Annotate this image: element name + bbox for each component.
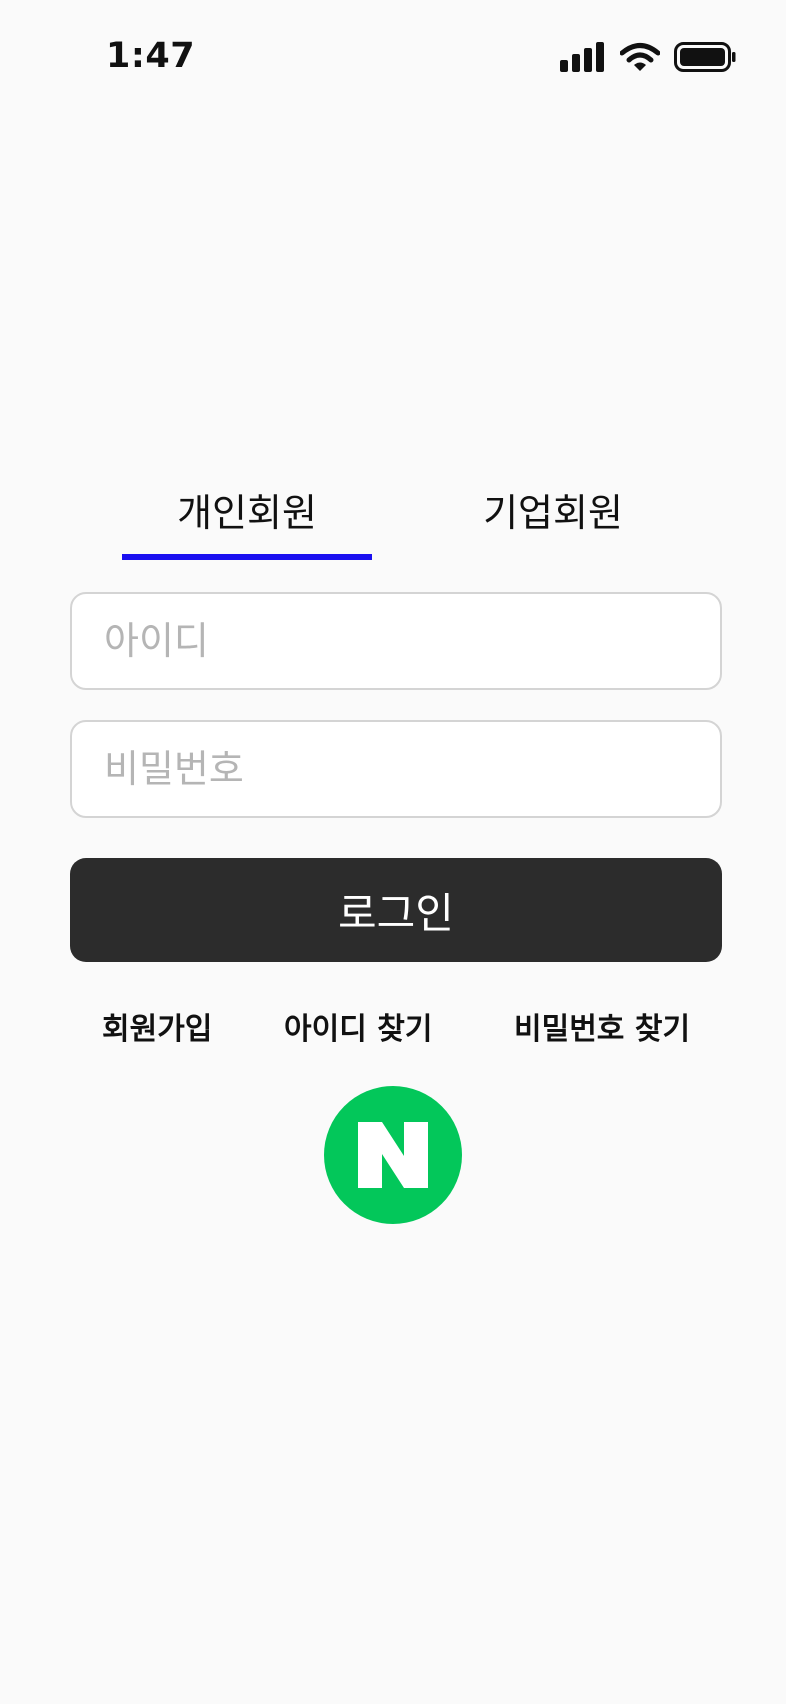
login-screen: 1:47 개인회원 기업회원 로그인 회원가 [0,0,786,1704]
signup-link[interactable]: 회원가입 [102,1004,212,1048]
status-icons [560,40,736,74]
password-input[interactable] [70,720,722,818]
battery-icon [674,42,736,72]
member-type-tabs: 개인회원 기업회원 [0,482,786,562]
find-id-link[interactable]: 아이디 찾기 [284,1004,432,1048]
tab-personal-member[interactable]: 개인회원 [122,482,372,537]
id-input[interactable] [70,592,722,690]
status-bar: 1:47 [0,0,786,120]
find-password-link[interactable]: 비밀번호 찾기 [514,1004,690,1048]
cellular-signal-icon [560,42,604,72]
selected-tab-indicator [122,554,372,560]
wifi-icon [620,43,660,71]
naver-logo-icon [358,1122,428,1188]
login-button[interactable]: 로그인 [70,858,722,962]
tab-business-member[interactable]: 기업회원 [428,482,678,537]
status-time: 1:47 [106,36,196,76]
naver-login-button[interactable] [324,1086,462,1224]
